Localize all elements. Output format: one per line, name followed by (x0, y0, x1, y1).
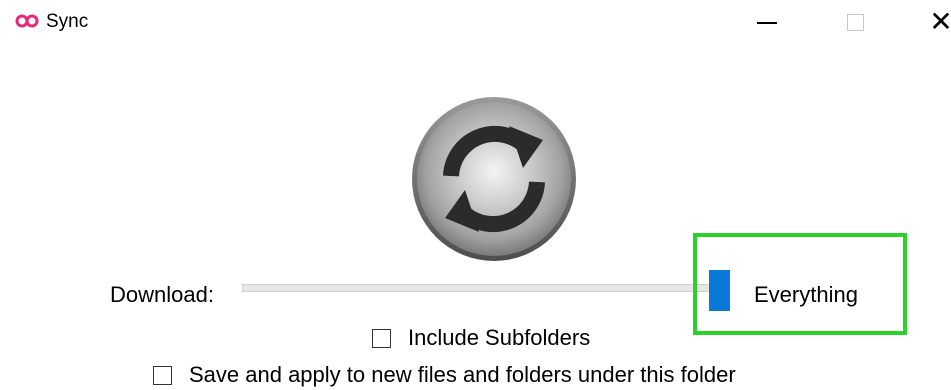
download-slider-track[interactable] (242, 284, 730, 292)
include-subfolders-label: Include Subfolders (408, 325, 591, 350)
maximize-button[interactable] (832, 0, 878, 44)
save-and-apply-checkbox[interactable] (153, 365, 172, 385)
save-and-apply-option[interactable]: Save and apply to new files and folders … (153, 362, 736, 388)
minimize-button[interactable] (744, 0, 790, 44)
sync-arrows-icon (412, 97, 576, 261)
infinity-icon (15, 14, 39, 28)
close-icon: ✕ (929, 5, 951, 38)
download-slider-value: Everything (754, 282, 858, 307)
download-label: Download: (110, 282, 214, 307)
window-title: Sync (46, 11, 89, 32)
title-bar[interactable]: Sync ✕ (0, 0, 951, 46)
close-button[interactable]: ✕ (918, 0, 951, 44)
include-subfolders-checkbox[interactable] (372, 328, 391, 348)
sync-window: Sync ✕ Download: Everything Include Subf… (0, 0, 951, 390)
include-subfolders-option[interactable]: Include Subfolders (372, 325, 590, 351)
download-slider-thumb[interactable] (709, 270, 730, 311)
minimize-icon (757, 22, 777, 24)
save-and-apply-label: Save and apply to new files and folders … (189, 362, 736, 387)
maximize-icon (846, 13, 864, 31)
